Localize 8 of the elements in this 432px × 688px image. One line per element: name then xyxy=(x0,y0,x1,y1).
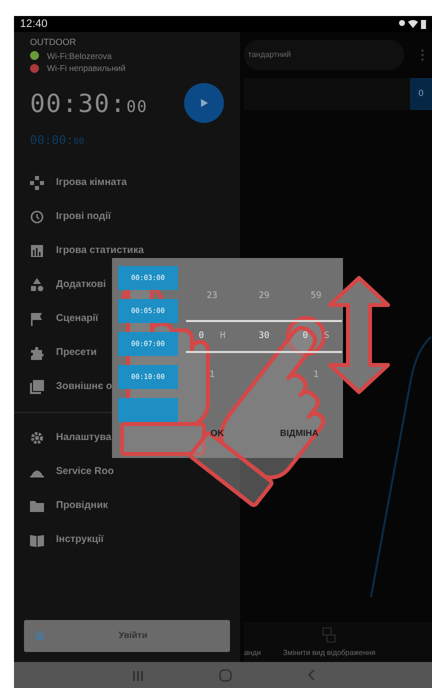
counter-badge: 0 xyxy=(410,78,432,110)
network-label: Wi-Fi:Belozerova xyxy=(47,50,112,62)
countdown-timer: 00:30:00 xyxy=(30,90,148,116)
unit-label: H xyxy=(220,330,226,342)
elapsed-timer: 00:00:00 xyxy=(30,132,86,149)
network-label: Wi-Fi неправильний xyxy=(47,62,126,75)
status-time: 12:40 xyxy=(20,16,48,32)
app-title: OUTDOOR xyxy=(30,36,77,49)
